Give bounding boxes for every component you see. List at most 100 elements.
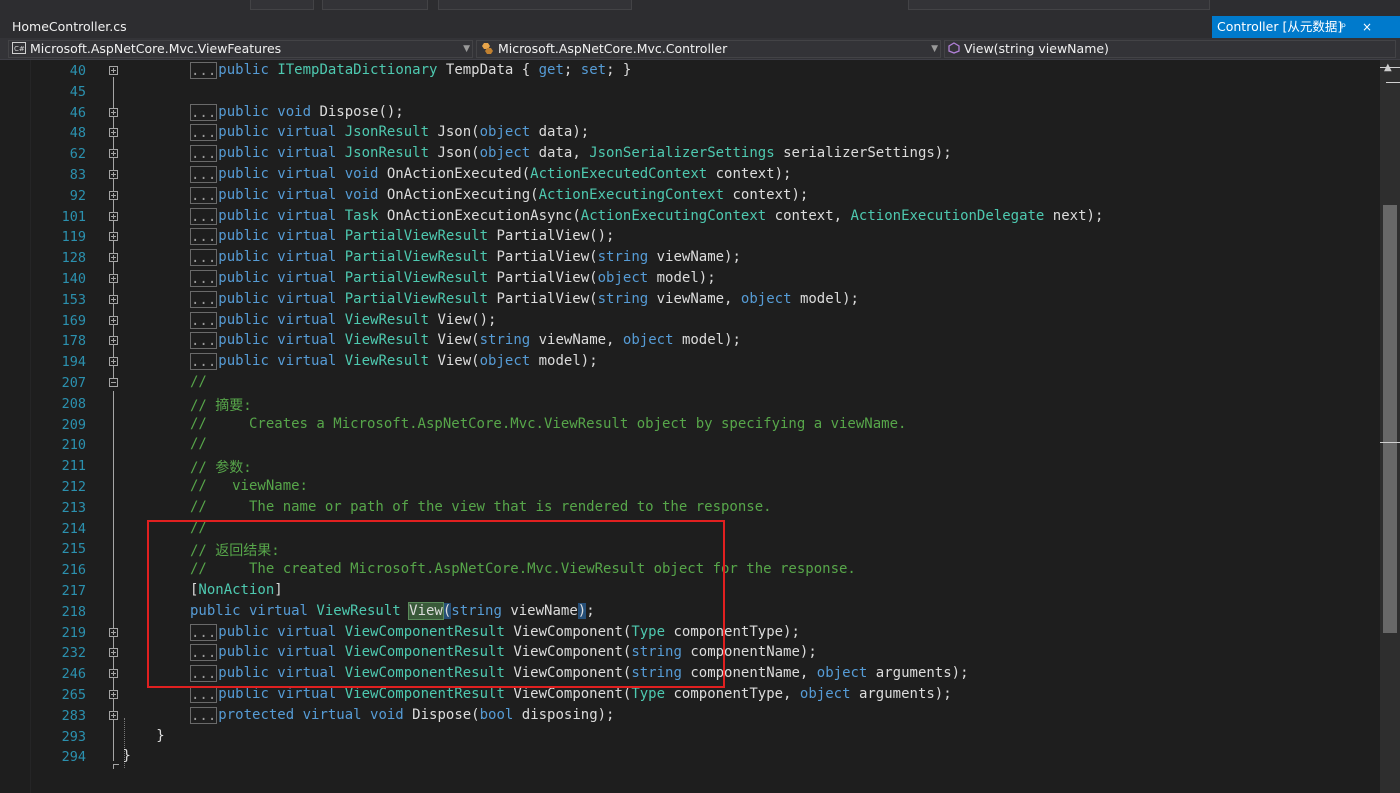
expand-outline-icon[interactable] [109, 128, 118, 138]
collapsed-region-marker[interactable]: ... [190, 103, 218, 121]
code-line[interactable]: 140... public virtual PartialViewResult P… [0, 269, 1380, 290]
code-line[interactable]: 45 [0, 82, 1380, 103]
expand-outline-icon[interactable] [109, 710, 118, 720]
expand-outline-icon[interactable] [109, 170, 118, 179]
code-line[interactable]: 194... public virtual ViewResult View(obj… [0, 352, 1380, 373]
annotation-highlight-box [147, 520, 725, 688]
collapsed-region-marker[interactable]: ... [190, 62, 218, 79]
line-number: 214 [61, 520, 86, 537]
code-token: // The name or path of the view that is … [189, 498, 772, 515]
code-token: viewName, [656, 290, 741, 307]
code-line[interactable]: 46... public void Dispose(); [0, 103, 1380, 124]
collapse-outline-icon[interactable] [109, 378, 118, 387]
code-token: string [597, 290, 657, 307]
collapsed-region-marker[interactable]: ... [190, 332, 218, 350]
code-line[interactable]: 40... public ITempDataDictionary TempData… [0, 61, 1380, 82]
code-line[interactable]: 265... public virtual ViewComponentResult… [0, 685, 1380, 706]
expand-outline-icon[interactable] [109, 190, 118, 200]
code-line[interactable]: 209 // Creates a Microsoft.AspNetCore.Mv… [0, 415, 1380, 436]
code-text: ... public virtual PartialViewResult Part… [190, 228, 614, 246]
vertical-scrollbar[interactable]: ▲ [1380, 60, 1400, 793]
expand-outline-icon[interactable] [109, 669, 118, 679]
collapsed-region-marker[interactable]: ... [190, 186, 218, 204]
collapsed-region-marker[interactable]: ... [190, 124, 218, 142]
code-line[interactable]: 211 // 参数: [0, 456, 1380, 477]
code-line[interactable]: 62... public virtual JsonResult Json(obje… [0, 144, 1380, 165]
code-text: // [123, 374, 207, 390]
toolbar-combo[interactable] [438, 0, 632, 10]
code-line[interactable]: 169... public virtual ViewResult View(); [0, 311, 1380, 332]
expand-outline-icon[interactable] [109, 648, 118, 658]
collapsed-region-marker[interactable]: ... [190, 353, 218, 371]
code-token: OnActionExecutionAsync( [386, 207, 581, 224]
code-line[interactable]: 283... protected virtual void Dispose(boo… [0, 706, 1380, 727]
code-line[interactable]: 153... public virtual PartialViewResult P… [0, 290, 1380, 311]
code-token: data, [538, 145, 590, 162]
expand-outline-icon[interactable] [109, 107, 118, 117]
code-editor[interactable]: 40... public ITempDataDictionary TempData… [0, 60, 1380, 793]
code-line[interactable]: 48... public virtual JsonResult Json(obje… [0, 123, 1380, 144]
code-token: object [816, 665, 876, 682]
code-line[interactable]: 83... public virtual void OnActionExecute… [0, 165, 1380, 186]
code-line[interactable]: 178... public virtual ViewResult View(str… [0, 331, 1380, 352]
close-icon[interactable]: × [1362, 16, 1372, 38]
collapsed-region-marker[interactable]: ... [190, 207, 218, 225]
line-number: 178 [61, 333, 86, 350]
code-token: model); [681, 332, 741, 349]
code-line[interactable]: 208 // 摘要: [0, 394, 1380, 415]
code-token: JsonResult [344, 124, 438, 141]
collapsed-region-marker[interactable]: ... [190, 706, 218, 724]
type-dropdown[interactable]: Microsoft.AspNetCore.Mvc.Controller ▼ [476, 40, 941, 58]
collapsed-region-marker[interactable]: ... [190, 166, 218, 183]
code-line[interactable]: 128... public virtual PartialViewResult P… [0, 248, 1380, 269]
expand-outline-icon[interactable] [109, 232, 118, 242]
expand-outline-icon[interactable] [109, 253, 118, 263]
code-token: componentType, [673, 686, 800, 702]
collapsed-region-marker[interactable]: ... [190, 270, 218, 287]
collapsed-region-marker[interactable]: ... [190, 249, 218, 267]
expand-outline-icon[interactable] [109, 211, 118, 221]
toolbar-combo[interactable] [322, 0, 428, 10]
code-line[interactable]: 294} [0, 747, 1380, 768]
code-line[interactable]: 207 // [0, 373, 1380, 394]
code-token: model); [799, 290, 859, 307]
pin-icon[interactable]: ᵖ [1341, 16, 1346, 38]
code-token: arguments); [858, 686, 952, 702]
code-line[interactable]: 92... public virtual void OnActionExecuti… [0, 186, 1380, 207]
code-token: // Creates a Microsoft.AspNetCore.Mvc.Vi… [189, 415, 907, 432]
expand-outline-icon[interactable] [109, 294, 118, 304]
collapsed-region-marker[interactable]: ... [190, 686, 218, 703]
expand-outline-icon[interactable] [109, 336, 118, 346]
code-text: ... public virtual JsonResult Json(object… [190, 145, 952, 163]
code-line[interactable]: 213 // The name or path of the view that… [0, 498, 1380, 519]
collapsed-region-marker[interactable]: ... [190, 290, 218, 308]
expand-outline-icon[interactable] [109, 315, 118, 325]
collapsed-region-marker[interactable]: ... [190, 145, 218, 163]
toolbar-combo[interactable] [250, 0, 314, 10]
expand-outline-icon[interactable] [109, 627, 118, 637]
tab-controller-metadata[interactable]: Controller [从元数据] ᵖ × [1212, 16, 1400, 38]
expand-outline-icon[interactable] [109, 66, 118, 75]
code-line[interactable]: 293 } [0, 727, 1380, 748]
expand-outline-icon[interactable] [109, 357, 118, 367]
collapsed-region-marker[interactable]: ... [190, 311, 218, 329]
project-dropdown[interactable]: C# Microsoft.AspNetCore.Mvc.ViewFeatures… [8, 40, 473, 58]
member-dropdown[interactable]: View(string viewName) [944, 40, 1396, 58]
tab-home-controller[interactable]: HomeController.cs [0, 16, 139, 38]
expand-outline-icon[interactable] [109, 690, 118, 699]
code-token: object [479, 145, 539, 162]
expand-outline-icon[interactable] [109, 149, 118, 159]
scrollbar-thumb[interactable] [1383, 205, 1397, 633]
line-number: 246 [61, 666, 86, 683]
code-line[interactable]: 212 // viewName: [0, 477, 1380, 498]
code-line[interactable]: 119... public virtual PartialViewResult P… [0, 227, 1380, 248]
expand-outline-icon[interactable] [109, 274, 118, 283]
line-number: 294 [61, 749, 86, 766]
code-token: Type [631, 686, 674, 702]
collapsed-region-marker[interactable]: ... [190, 228, 218, 246]
code-line[interactable]: 101... public virtual Task OnActionExecut… [0, 207, 1380, 228]
toolbar-combo[interactable] [908, 0, 1210, 10]
code-line[interactable]: 210 // [0, 435, 1380, 456]
